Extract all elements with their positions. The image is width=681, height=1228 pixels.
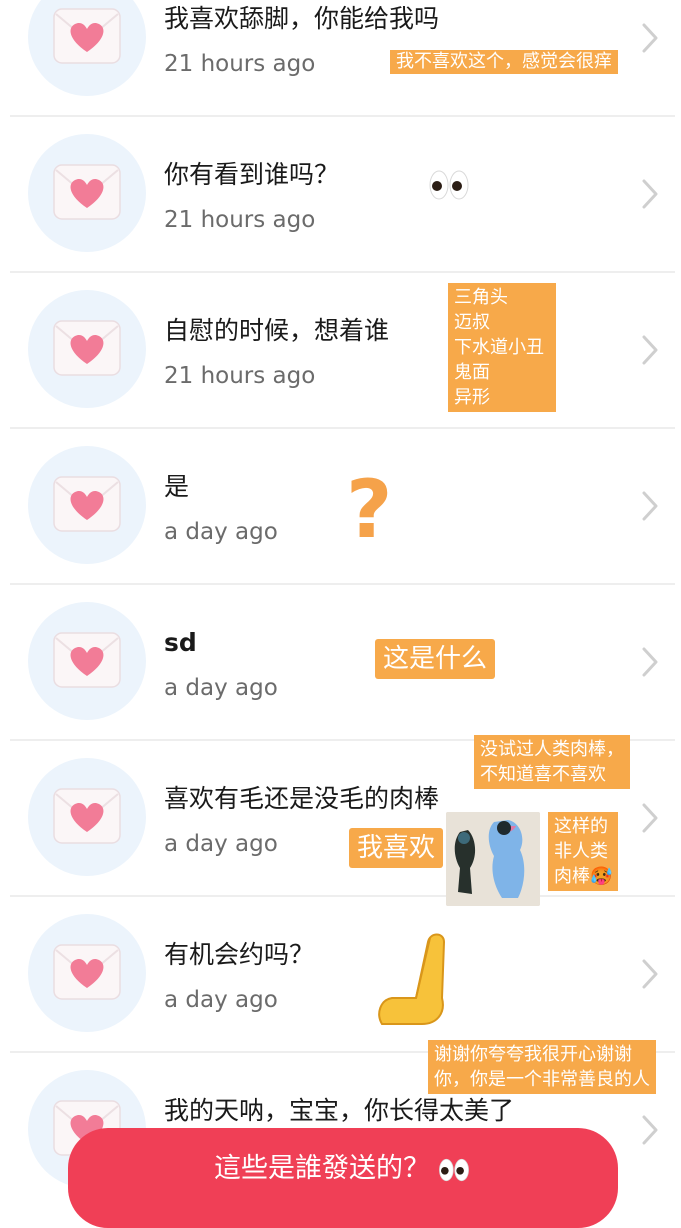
annotation-line: 谢谢你夸夸我很开心谢谢: [434, 1044, 632, 1065]
avatar: [28, 134, 146, 252]
annotation-note: 没试过人类肉棒， 不知道喜不喜欢: [474, 735, 630, 789]
avatar: [28, 758, 146, 876]
cta-label: 這些是誰發送的？: [214, 1153, 430, 1184]
annotation-note-list: 三角头 迈叔 下水道小丑 鬼面 异形: [448, 283, 556, 412]
annotation-line: 不知道喜不喜欢: [480, 764, 606, 785]
question-mark: ?: [346, 463, 393, 556]
message-text: 有机会约吗？: [164, 940, 315, 969]
message-text: 自慰的时候，想着谁: [164, 316, 390, 345]
annotation-line: 迈叔: [454, 312, 490, 333]
annotation-line: 你，你是一个非常善良的人: [434, 1069, 650, 1090]
message-text: 你有看到谁吗？: [164, 160, 340, 189]
chevron-right-icon[interactable]: [640, 21, 660, 55]
annotation-line: 鬼面: [454, 362, 490, 383]
chevron-right-icon[interactable]: [640, 1113, 660, 1147]
annotation-line: 异形: [454, 387, 490, 408]
who-sent-these-button[interactable]: 這些是誰發送的？: [68, 1128, 618, 1228]
chevron-right-icon[interactable]: [640, 333, 660, 367]
message-text: 喜欢有毛还是没毛的肉棒: [164, 784, 440, 813]
love-letter-icon: [53, 476, 121, 532]
love-letter-icon: [53, 788, 121, 844]
love-letter-icon: [53, 944, 121, 1000]
chevron-right-icon[interactable]: [640, 645, 660, 679]
message-time: a day ago: [164, 519, 278, 545]
cta-label-wrap: 這些是誰發送的？: [68, 1146, 618, 1185]
annotation-line: 肉棒🥵: [554, 866, 613, 887]
message-time: 21 hours ago: [164, 363, 316, 389]
product-photo: [446, 812, 540, 906]
love-letter-icon: [53, 164, 121, 220]
message-row[interactable]: 你有看到谁吗？ 21 hours ago: [0, 116, 681, 272]
avatar: [28, 0, 146, 96]
love-letter-icon: [53, 632, 121, 688]
message-text: 我的天呐，宝宝，你长得太美了: [164, 1096, 515, 1125]
eyes-emoji-icon: [428, 168, 470, 202]
message-time: a day ago: [164, 987, 278, 1013]
annotation-line: 没试过人类肉棒，: [480, 739, 624, 760]
chevron-right-icon[interactable]: [640, 177, 660, 211]
message-time: 21 hours ago: [164, 207, 316, 233]
eyes-emoji-icon: [436, 1157, 472, 1183]
avatar: [28, 602, 146, 720]
chevron-right-icon[interactable]: [640, 957, 660, 991]
annotation-note: 这是什么: [375, 639, 496, 679]
annotation-line: 这样的: [554, 816, 608, 837]
message-time: a day ago: [164, 675, 278, 701]
love-letter-icon: [53, 320, 121, 376]
annotation-line: 下水道小丑: [454, 337, 544, 358]
chevron-right-icon[interactable]: [640, 801, 660, 835]
annotation-note: 这样的 非人类 肉棒🥵: [548, 812, 619, 891]
message-time: a day ago: [164, 831, 278, 857]
annotation-note: 我不喜欢这个，感觉会很痒: [390, 50, 618, 74]
message-row[interactable]: 有机会约吗？ a day ago: [0, 896, 681, 1052]
avatar: [28, 914, 146, 1032]
message-text: sd: [164, 628, 197, 657]
message-row[interactable]: sd a day ago: [0, 584, 681, 740]
chevron-right-icon[interactable]: [640, 489, 660, 523]
message-text: 我喜欢舔脚，你能给我吗: [164, 4, 440, 33]
annotation-note: 我喜欢: [349, 828, 444, 868]
annotation-line: 三角头: [454, 287, 508, 308]
raised-hand-emoji-icon: [378, 933, 446, 1025]
annotation-line: 非人类: [554, 841, 608, 862]
love-letter-icon: [53, 8, 121, 64]
avatar: [28, 446, 146, 564]
message-row[interactable]: 是 a day ago: [0, 428, 681, 584]
message-row[interactable]: 自慰的时候，想着谁 21 hours ago: [0, 272, 681, 428]
message-time: 21 hours ago: [164, 51, 316, 77]
avatar: [28, 290, 146, 408]
message-text: 是: [164, 472, 190, 501]
annotation-note: 谢谢你夸夸我很开心谢谢 你，你是一个非常善良的人: [428, 1040, 656, 1094]
